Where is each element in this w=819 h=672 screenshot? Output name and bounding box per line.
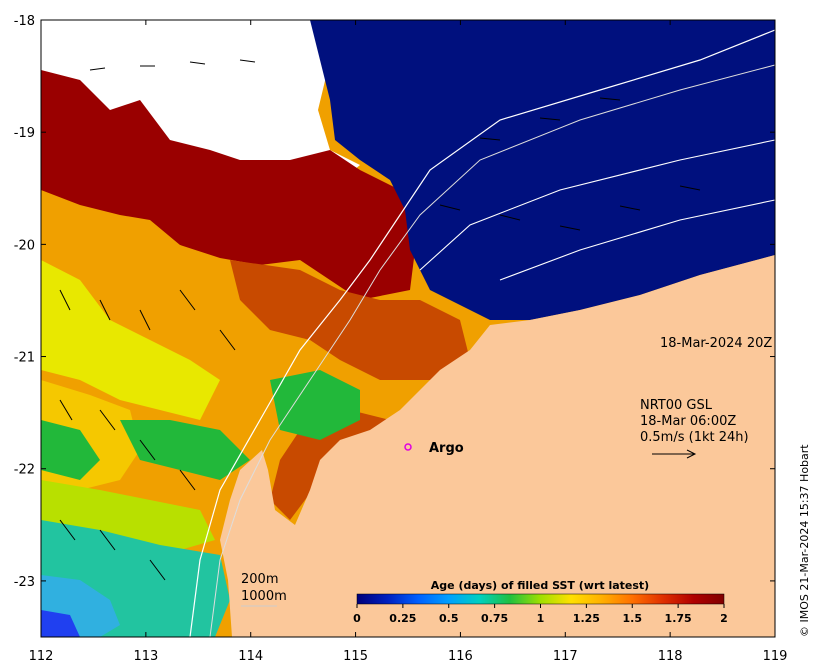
x-tick-label: 112 bbox=[29, 649, 54, 664]
y-tick-label: -18 bbox=[14, 14, 35, 29]
map-plot-area bbox=[41, 20, 775, 637]
colorbar-tick-label: 0.75 bbox=[481, 612, 508, 625]
y-tick-label: -20 bbox=[14, 238, 35, 253]
colorbar-tick-label: 0.5 bbox=[439, 612, 459, 625]
y-tick-label: -19 bbox=[14, 126, 35, 141]
isobath-200-label: 200m bbox=[241, 572, 278, 587]
x-tick-label: 115 bbox=[343, 649, 368, 664]
credit-label: © IMOS 21-Mar-2024 15:37 Hobart bbox=[798, 444, 811, 637]
x-tick-label: 118 bbox=[658, 649, 683, 664]
isobath-1000-label: 1000m bbox=[241, 589, 287, 604]
colorbar-tick-label: 1.5 bbox=[623, 612, 643, 625]
x-tick-label: 114 bbox=[238, 649, 263, 664]
y-tick-label: -23 bbox=[14, 575, 35, 590]
y-tick-label: -21 bbox=[14, 351, 35, 366]
colorbar-title: Age (days) of filled SST (wrt latest) bbox=[431, 579, 649, 592]
x-tick-label: 116 bbox=[448, 649, 473, 664]
timestamp-label: 18-Mar-2024 20Z bbox=[660, 336, 772, 351]
x-tick-label: 119 bbox=[763, 649, 788, 664]
colorbar-tick-label: 1 bbox=[537, 612, 545, 625]
colorbar-tick-label: 1.75 bbox=[665, 612, 692, 625]
colorbar-tick-label: 1.25 bbox=[573, 612, 600, 625]
colorbar bbox=[356, 593, 725, 605]
colorbar-tick-label: 0 bbox=[353, 612, 361, 625]
x-tick-label: 113 bbox=[133, 649, 158, 664]
x-tick-label: 117 bbox=[553, 649, 578, 664]
current-scale-label: 0.5m/s (1kt 24h) bbox=[640, 430, 749, 445]
colorbar-tick-label: 0.25 bbox=[389, 612, 416, 625]
current-time-label: 18-Mar 06:00Z bbox=[640, 414, 736, 429]
y-tick-label: -22 bbox=[14, 463, 35, 478]
current-source-label: NRT00 GSL bbox=[640, 398, 713, 413]
sst-age-map: 112 113 114 115 116 117 118 119 -18 -19 -20 -21 -22… bbox=[14, 14, 811, 664]
argo-label: Argo bbox=[429, 441, 464, 456]
colorbar-tick-label: 2 bbox=[720, 612, 728, 625]
